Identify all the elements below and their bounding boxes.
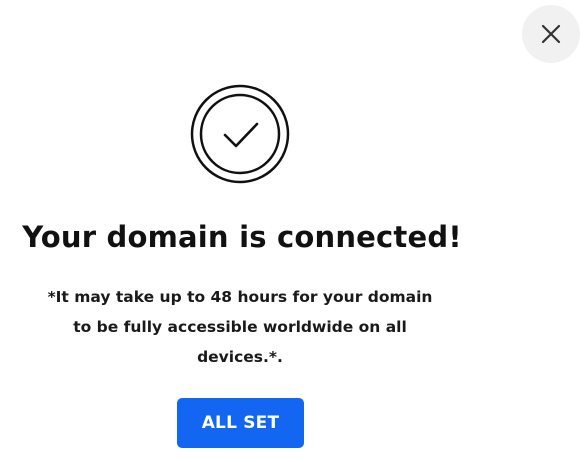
message-line: to be fully accessible worldwide on all	[73, 318, 407, 336]
message-line: *It may take up to 48 hours for your dom…	[47, 288, 433, 306]
close-icon	[541, 24, 561, 44]
dialog-message: *It may take up to 48 hours for your dom…	[30, 282, 450, 372]
check-circle-icon	[189, 83, 291, 185]
close-button[interactable]	[522, 5, 580, 63]
message-line: devices.*.	[197, 348, 283, 366]
all-set-button[interactable]: ALL SET	[177, 398, 304, 448]
dialog-title: Your domain is connected!	[22, 220, 462, 254]
